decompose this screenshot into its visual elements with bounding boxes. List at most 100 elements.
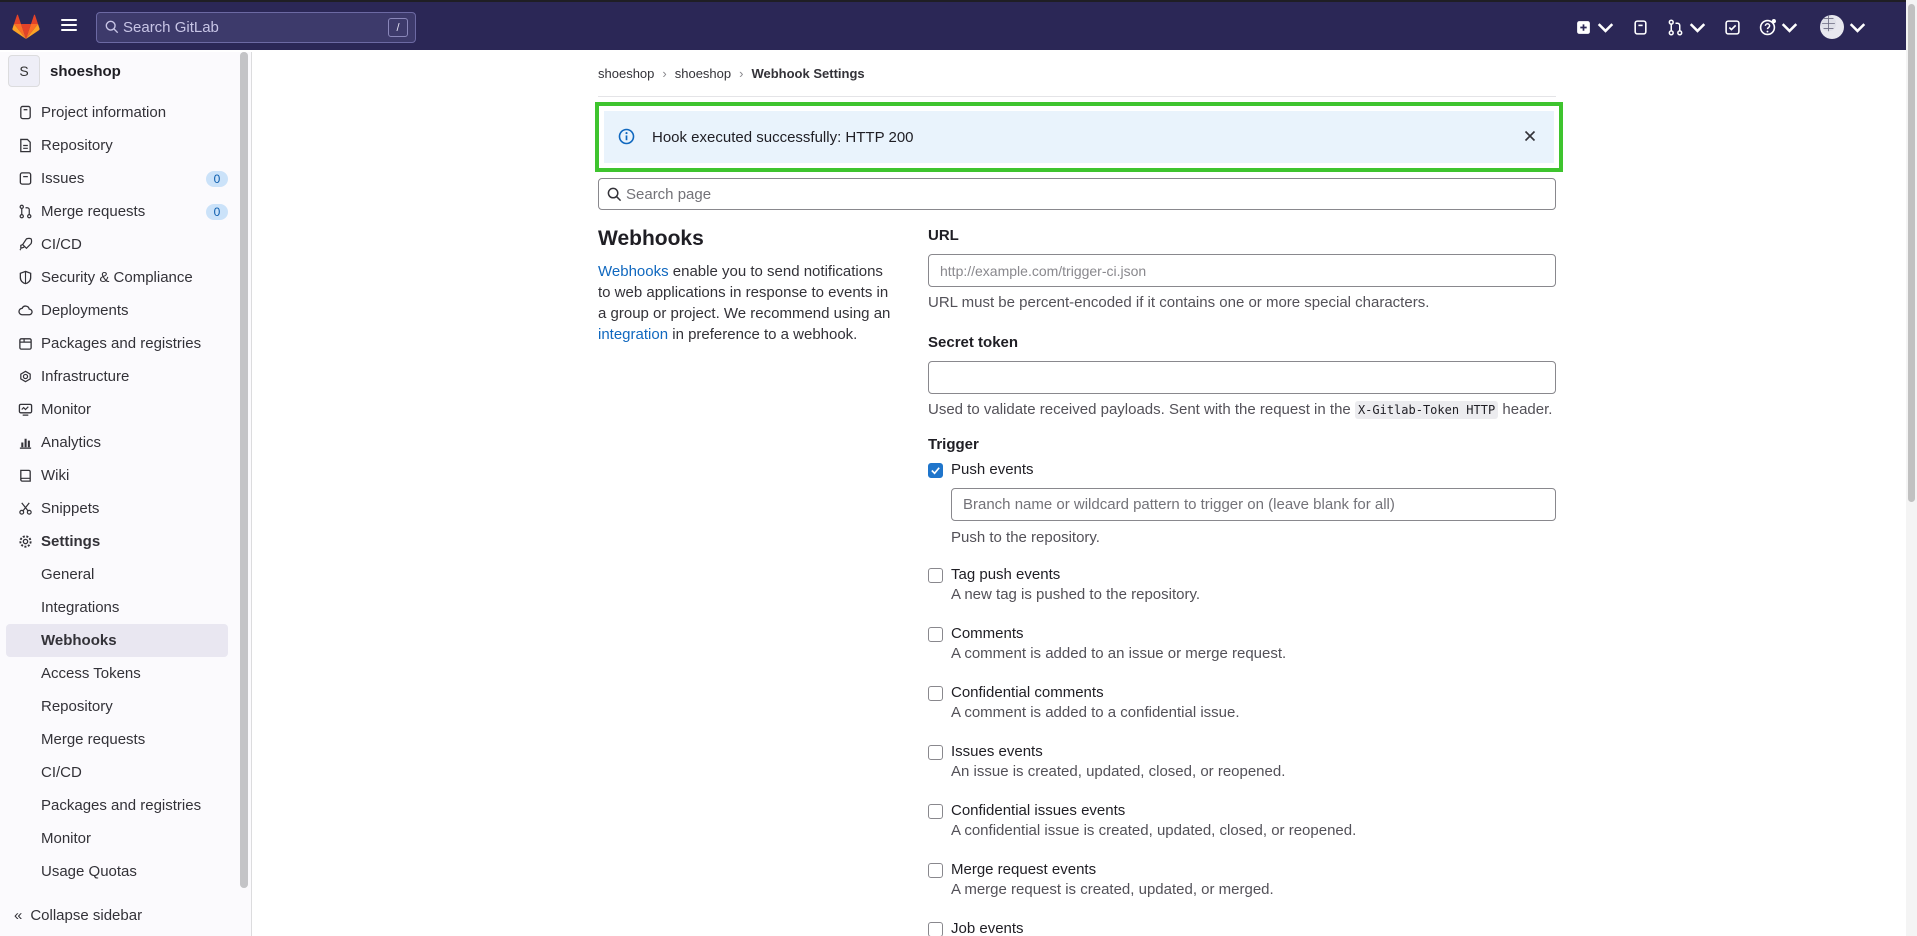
sidebar-subitem-usage-quotas[interactable]: Usage Quotas (6, 855, 228, 888)
sidebar-subitem-repository[interactable]: Repository (6, 690, 228, 723)
event-title: Merge request events (951, 861, 1097, 878)
comments-checkbox[interactable] (928, 627, 943, 642)
breadcrumb-item-current[interactable]: Webhook Settings (751, 66, 864, 81)
rocket-icon (16, 236, 34, 254)
close-icon[interactable] (1522, 128, 1538, 144)
search-icon (105, 20, 119, 34)
highlight-box: Hook executed successfully: HTTP 200 (595, 102, 1563, 172)
sidebar-subitem-webhooks[interactable]: Webhooks (6, 624, 228, 657)
search-input[interactable]: Search GitLab / (96, 12, 416, 43)
webhook-form: URL http://example.com/trigger-ci.json U… (928, 227, 1558, 936)
confidential-comments-checkbox[interactable] (928, 686, 943, 701)
webhooks-docs-link[interactable]: Webhooks (598, 263, 669, 280)
sidebar-subitem-access-tokens[interactable]: Access Tokens (6, 657, 228, 690)
sidebar-item-snippets[interactable]: Snippets (0, 492, 240, 525)
sidebar-item-infrastructure[interactable]: Infrastructure (0, 360, 240, 393)
sidebar-item-issues[interactable]: Issues 0 (0, 162, 240, 195)
breadcrumb-item-project[interactable]: shoeshop (675, 66, 731, 81)
hamburger-menu-icon[interactable] (58, 16, 80, 38)
sidebar-item-label: Snippets (41, 500, 100, 517)
sidebar-subitem-general[interactable]: General (6, 558, 228, 591)
merge-requests-button[interactable] (1667, 19, 1706, 36)
secret-token-input[interactable] (928, 361, 1556, 394)
sidebar-item-deployments[interactable]: Deployments (0, 294, 240, 327)
chevron-down-icon (1849, 22, 1866, 33)
sidebar-scrollbar[interactable] (240, 52, 248, 888)
url-placeholder: http://example.com/trigger-ci.json (940, 262, 1147, 279)
sidebar-nav: Project information Repository Issues 0 … (0, 96, 240, 888)
url-input[interactable]: http://example.com/trigger-ci.json (928, 254, 1556, 287)
sidebar-item-wiki[interactable]: Wiki (0, 459, 240, 492)
intro-text: Webhooks enable you to send notification… (598, 261, 898, 345)
event-title: Confidential issues events (951, 802, 1126, 819)
sidebar-item-packages-registries[interactable]: Packages and registries (0, 327, 240, 360)
sidebar-subitem-merge-requests[interactable]: Merge requests (6, 723, 228, 756)
chart-icon (16, 434, 34, 452)
branch-filter-input[interactable]: Branch name or wildcard pattern to trigg… (951, 488, 1556, 521)
success-alert: Hook executed successfully: HTTP 200 (604, 111, 1554, 163)
search-placeholder: Search GitLab (123, 19, 219, 36)
event-desc: A new tag is pushed to the repository. (951, 586, 1201, 603)
sidebar-item-project-information[interactable]: Project information (0, 96, 240, 129)
sidebar-item-monitor[interactable]: Monitor (0, 393, 240, 426)
trigger-label: Trigger (928, 436, 979, 453)
confidential-issues-events-checkbox[interactable] (928, 804, 943, 819)
event-desc: A merge request is created, updated, or … (951, 881, 1274, 898)
merge-requests-count-badge: 0 (206, 204, 228, 220)
sidebar-subitem-packages-registries[interactable]: Packages and registries (6, 789, 228, 822)
collapse-sidebar-button[interactable]: « Collapse sidebar (14, 907, 142, 924)
book-icon (16, 467, 34, 485)
todos-button[interactable] (1724, 19, 1741, 36)
event-desc: A comment is added to a confidential iss… (951, 704, 1240, 721)
sidebar-item-security-compliance[interactable]: Security & Compliance (0, 261, 240, 294)
project-icon (16, 104, 34, 122)
token-help-post: header. (1502, 401, 1553, 418)
breadcrumb: shoeshop › shoeshop › Webhook Settings (598, 66, 865, 81)
sidebar-item-label: Monitor (41, 401, 92, 418)
branch-filter-placeholder: Branch name or wildcard pattern to trigg… (963, 496, 1395, 513)
project-context[interactable]: S shoeshop (8, 55, 121, 87)
chevron-down-icon (1597, 22, 1614, 33)
tag-push-events-option: Tag push events A new tag is pushed to t… (928, 566, 1558, 603)
merge-request-events-option: Merge request events A merge request is … (928, 861, 1558, 898)
sidebar-subitem-monitor[interactable]: Monitor (6, 822, 228, 855)
issues-button[interactable] (1632, 19, 1649, 36)
page-title: Webhooks (598, 227, 704, 250)
push-events-desc: Push to the repository. (951, 529, 1100, 546)
gitlab-logo-icon[interactable] (12, 14, 40, 40)
page-scrollbar[interactable] (1906, 0, 1917, 936)
sidebar-item-settings[interactable]: Settings (0, 525, 240, 558)
comments-option: Comments A comment is added to an issue … (928, 625, 1558, 662)
tag-push-events-checkbox[interactable] (928, 568, 943, 583)
sidebar-item-merge-requests[interactable]: Merge requests 0 (0, 195, 240, 228)
issues-events-checkbox[interactable] (928, 745, 943, 760)
sidebar-item-repository[interactable]: Repository (0, 129, 240, 162)
push-events-checkbox[interactable] (928, 463, 943, 478)
url-help: URL must be percent-encoded if it contai… (928, 294, 1430, 311)
integration-link[interactable]: integration (598, 326, 668, 343)
sidebar-item-label: Deployments (41, 302, 129, 319)
merge-request-events-checkbox[interactable] (928, 863, 943, 878)
sidebar-subitem-ci-cd[interactable]: CI/CD (6, 756, 228, 789)
new-dropdown-button[interactable] (1575, 19, 1614, 36)
page-search-input[interactable]: Search page (598, 178, 1556, 210)
breadcrumb-item-group[interactable]: shoeshop (598, 66, 654, 81)
job-events-option: Job events (928, 920, 1558, 936)
user-menu-button[interactable] (1820, 15, 1866, 39)
job-events-checkbox[interactable] (928, 922, 943, 936)
doc-icon (16, 137, 34, 155)
sidebar-item-analytics[interactable]: Analytics (0, 426, 240, 459)
double-chevron-left-icon: « (14, 907, 23, 924)
issues-icon (1634, 19, 1647, 35)
check-icon (931, 467, 940, 475)
search-shortcut: / (388, 18, 408, 37)
confidential-comments-option: Confidential comments A comment is added… (928, 684, 1558, 721)
confidential-issues-events-option: Confidential issues events A confidentia… (928, 802, 1558, 839)
sidebar-item-ci-cd[interactable]: CI/CD (0, 228, 240, 261)
event-desc: A comment is added to an issue or merge … (951, 645, 1287, 662)
package-icon (16, 335, 34, 353)
sidebar-item-label: Project information (41, 104, 167, 121)
help-dropdown-button[interactable] (1759, 18, 1798, 36)
sidebar-subitem-integrations[interactable]: Integrations (6, 591, 228, 624)
search-icon (607, 187, 622, 202)
